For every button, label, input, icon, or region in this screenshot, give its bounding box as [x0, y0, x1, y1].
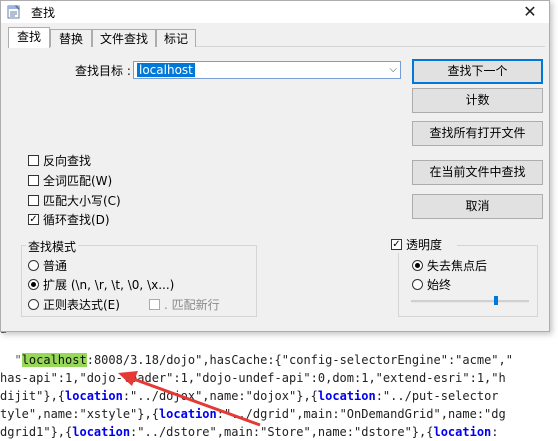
reverse-search-label: 反向查找	[43, 154, 92, 168]
code-token: location	[433, 425, 492, 439]
transparency-slider-thumb[interactable]	[494, 296, 498, 305]
dot-matches-newline-label: . 匹配新行	[164, 298, 220, 312]
checkbox-box	[28, 175, 39, 186]
mode-extended-label: 扩展 (\n, \r, \t, \0, \x...)	[43, 278, 175, 292]
code-line: dgrid1"},{location:"../dstore",main:"Sto…	[0, 424, 499, 441]
search-match-highlight: localhost	[21, 353, 87, 367]
checkbox-box	[28, 195, 39, 206]
tab-find-in-files-label: 文件查找	[99, 32, 148, 46]
whole-word-label: 全词匹配(W)	[43, 174, 113, 188]
code-token: :"../dgrid",main:"OnDemandGrid",name:"dg	[216, 407, 506, 421]
find-target-value: localhost	[137, 63, 195, 77]
always-label: 始终	[427, 278, 452, 292]
tab-find-label: 查找	[16, 30, 41, 44]
close-button[interactable]: ✕	[515, 1, 545, 23]
code-token: location	[65, 389, 123, 403]
code-line: tyle",name:"xstyle"},{location:"../dgrid…	[0, 406, 506, 423]
checkbox-box	[149, 299, 160, 310]
code-token: dgrid1"},{	[0, 425, 73, 439]
find-all-open-files-button[interactable]: 查找所有打开文件	[412, 121, 543, 146]
find-in-current-file-button[interactable]: 在当前文件中查找	[412, 160, 543, 185]
code-token: location	[317, 389, 376, 403]
code-token: has-api":1,"dojo-loader":1,"dojo-undef-a…	[0, 371, 506, 385]
checkmark-icon: ✓	[28, 214, 39, 225]
code-token: "	[0, 353, 22, 367]
count-button[interactable]: 计数	[412, 88, 543, 113]
transparency-checkbox[interactable]: ✓ 透明度	[391, 237, 457, 253]
code-token: dijit"},{	[0, 389, 66, 403]
notepad-app-icon	[7, 5, 20, 19]
tab-find[interactable]: 查找	[8, 27, 50, 48]
radio-dot	[412, 279, 423, 290]
find-dialog: 查找 ✕ 查找 替换 文件查找 标记 查找目标 : localhost ⌵ 查找…	[0, 0, 550, 332]
code-token: location	[72, 425, 131, 439]
cancel-button[interactable]: 取消	[412, 194, 543, 219]
code-line: has-api":1,"dojo-loader":1,"dojo-undef-a…	[0, 370, 506, 387]
find-target-combobox[interactable]: localhost ⌵	[133, 61, 401, 79]
radio-dot	[28, 299, 39, 310]
tab-mark-label: 标记	[163, 32, 188, 46]
code-line: dijit"},{location:"../dojox",name:"dojox…	[0, 388, 499, 405]
search-mode-title: 查找模式	[26, 238, 79, 255]
checkbox-box	[28, 155, 39, 166]
tab-replace[interactable]: 替换	[50, 29, 92, 47]
radio-dot	[28, 260, 39, 271]
code-token: location	[158, 407, 217, 421]
mode-normal-label: 普通	[43, 259, 68, 273]
code-line: "localhost:8008/3.18/dojo",hasCache:{"co…	[0, 352, 513, 369]
transparency-label: 透明度	[406, 238, 443, 252]
code-token: :8008/3.18/dojo",hasCache:{"config-selec…	[86, 353, 513, 367]
code-token: :"../dojox",name:"dojox"},{	[122, 389, 318, 403]
find-target-label: 查找目标 :	[75, 64, 131, 78]
code-token: :	[491, 425, 499, 439]
code-token: :"../put-selector	[375, 389, 499, 403]
match-case-label: 匹配大小写(C)	[43, 194, 121, 208]
transparency-slider-track[interactable]	[411, 300, 529, 303]
dialog-titlebar[interactable]: 查找 ✕	[1, 1, 549, 23]
close-icon: ✕	[523, 2, 537, 21]
mode-regex-label: 正则表达式(E)	[43, 298, 120, 312]
on-lose-focus-label: 失去焦点后	[427, 259, 488, 273]
radio-dot-selected	[28, 279, 39, 290]
checkmark-icon: ✓	[391, 239, 402, 250]
code-token: :"../dstore",main:"Store",name:"dstore"}…	[130, 425, 434, 439]
dialog-title: 查找	[31, 6, 56, 20]
chevron-down-icon[interactable]: ⌵	[389, 62, 397, 78]
tab-replace-label: 替换	[58, 32, 83, 46]
code-token: tyle",name:"xstyle"},{	[0, 407, 159, 421]
wrap-around-label: 循环查找(D)	[43, 213, 110, 227]
tab-mark[interactable]: 标记	[156, 29, 196, 47]
find-next-button[interactable]: 查找下一个	[412, 59, 543, 84]
radio-dot-selected	[412, 260, 423, 271]
tab-find-in-files[interactable]: 文件查找	[92, 29, 156, 47]
